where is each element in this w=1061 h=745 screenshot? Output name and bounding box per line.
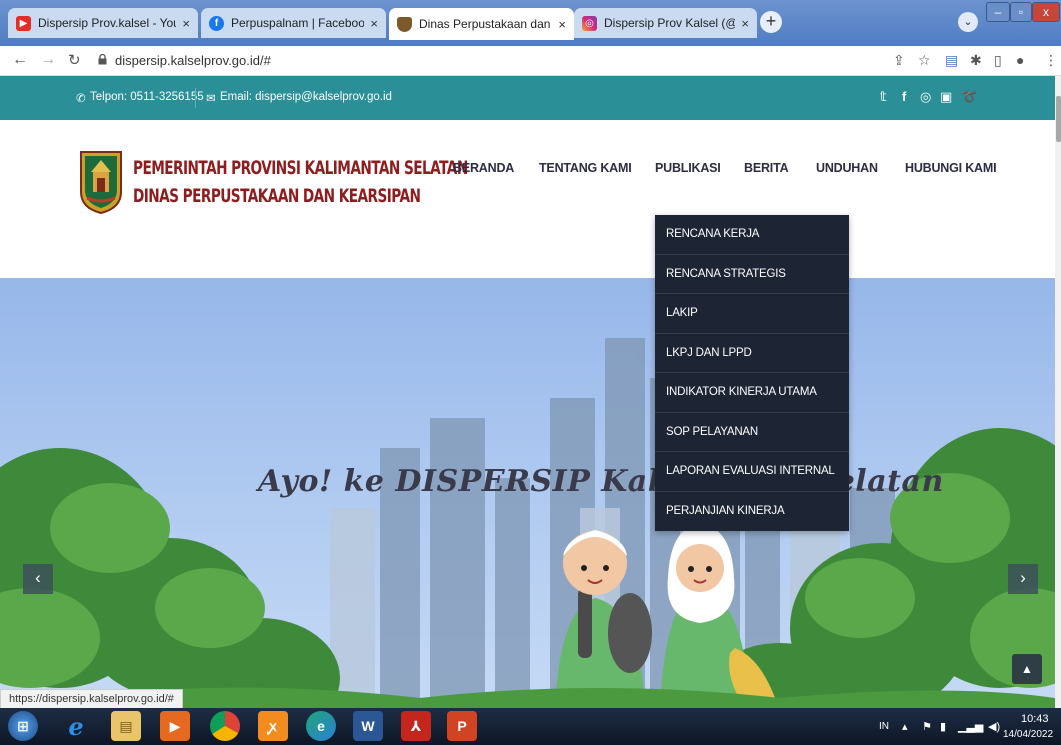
- phone-text[interactable]: Telpon: 0511-3256155: [90, 91, 204, 103]
- forward-icon[interactable]: →: [40, 51, 56, 69]
- close-window-icon[interactable]: x: [1032, 2, 1060, 22]
- chrome-icon[interactable]: [210, 711, 240, 741]
- org-name-line1: PEMERINTAH PROVINSI KALIMANTAN SELATAN: [133, 157, 468, 179]
- tab-title: Perpuspalnam | Facebook: [231, 16, 365, 30]
- new-tab-button[interactable]: +: [760, 11, 782, 33]
- clock-date[interactable]: 14/04/2022: [1003, 729, 1053, 740]
- network-signal-icon[interactable]: ▁▃▅: [958, 720, 983, 733]
- start-button-icon[interactable]: ⊞: [8, 711, 38, 741]
- nav-unduhan[interactable]: UNDUHAN: [816, 161, 878, 175]
- dropdown-item-laporan-evaluasi-internal[interactable]: LAPORAN EVALUASI INTERNAL: [655, 452, 849, 492]
- volume-icon[interactable]: ◀): [988, 720, 1000, 733]
- phone-icon: ✆: [76, 93, 86, 105]
- dropdown-item-lkpj-dan-lppd[interactable]: LKPJ DAN LPPD: [655, 334, 849, 373]
- org-name-line2: DINAS PERPUSTAKAAN DAN KEARSIPAN: [133, 185, 421, 207]
- lock-icon[interactable]: [98, 54, 107, 65]
- battery-icon[interactable]: ▮: [940, 720, 946, 733]
- email-text[interactable]: Email: dispersip@kalselprov.go.id: [220, 91, 392, 103]
- bookmark-star-icon[interactable]: ☆: [918, 52, 931, 69]
- site-top-bar: ✆ Telpon: 0511-3256155 ✉ Email: dispersi…: [0, 76, 1055, 120]
- topbar-divider: [195, 88, 196, 108]
- nav-berita[interactable]: BERITA: [744, 161, 789, 175]
- browser-tab-facebook[interactable]: f Perpuspalnam | Facebook ×: [201, 8, 386, 38]
- action-center-flag-icon[interactable]: ⚑: [922, 720, 932, 733]
- email-icon: ✉: [206, 93, 216, 105]
- extension-doc-icon[interactable]: ▤: [945, 52, 958, 69]
- close-tab-icon[interactable]: ×: [558, 17, 566, 32]
- scrollbar-thumb[interactable]: [1056, 96, 1061, 142]
- dropdown-item-sop-pelayanan[interactable]: SOP PELAYANAN: [655, 413, 849, 452]
- site-emblem-icon: [397, 16, 412, 32]
- file-explorer-icon[interactable]: ▤: [111, 711, 141, 741]
- more-menu-icon[interactable]: ⋮: [1044, 52, 1058, 69]
- slider-prev-button[interactable]: ‹: [23, 564, 53, 594]
- youtube-icon[interactable]: ▣: [940, 89, 952, 105]
- back-icon[interactable]: ←: [12, 51, 28, 69]
- dropdown-item-rencana-kerja[interactable]: RENCANA KERJA: [655, 215, 849, 255]
- twitter-icon[interactable]: 𝕥: [880, 89, 887, 105]
- extensions-puzzle-icon[interactable]: ✱: [970, 52, 982, 69]
- powerpoint-icon[interactable]: P: [447, 711, 477, 741]
- nav-tentang-kami[interactable]: TENTANG KAMI: [539, 161, 632, 175]
- site-header: PEMERINTAH PROVINSI KALIMANTAN SELATAN D…: [0, 120, 1055, 278]
- facebook-icon[interactable]: f: [902, 89, 906, 104]
- slider-next-button[interactable]: ›: [1008, 564, 1038, 594]
- xampp-icon[interactable]: ꭙ: [258, 711, 288, 741]
- clock-time[interactable]: 10:43: [1021, 713, 1049, 725]
- status-bar-url: https://dispersip.kalselprov.go.id/#: [0, 689, 183, 708]
- url-field[interactable]: dispersip.kalselprov.go.id/#: [115, 53, 271, 68]
- page-scrollbar[interactable]: [1055, 76, 1061, 708]
- nav-beranda[interactable]: BERANDA: [453, 161, 514, 175]
- nav-hubungi-kami[interactable]: HUBUNGI KAMI: [905, 161, 997, 175]
- share-icon[interactable]: ⇪: [893, 52, 905, 69]
- instagram-icon[interactable]: ◎: [920, 89, 931, 105]
- kalsel-emblem-logo[interactable]: [79, 150, 123, 214]
- tab-search-icon[interactable]: ⌄: [958, 12, 978, 32]
- windows-taskbar: ⊞ e ▤ ▶ ꭙ e W ⅄ P IN ▴ ⚑ ▮ ▁▃▅ ◀) 10:43 …: [0, 708, 1061, 745]
- acrobat-icon[interactable]: ⅄: [401, 711, 431, 741]
- hero-slider: Ayo! ke DISPERSIP Kalimantan Selatan ‹ ›…: [0, 278, 1055, 708]
- back-to-top-button[interactable]: ▲: [1012, 654, 1042, 684]
- close-tab-icon[interactable]: ×: [370, 16, 378, 31]
- dropdown-item-lakip[interactable]: LAKIP: [655, 294, 849, 334]
- close-tab-icon[interactable]: ×: [741, 16, 749, 31]
- browser-tab-youtube[interactable]: ▶ Dispersip Prov.kalsel - YouTube ×: [8, 8, 198, 38]
- browser-tab-instagram[interactable]: ◎ Dispersip Prov Kalsel (@perpusp ×: [574, 8, 757, 38]
- edge-icon[interactable]: e: [306, 711, 336, 741]
- side-panel-icon[interactable]: ▯: [994, 52, 1002, 69]
- browser-tab-dispersip[interactable]: Dinas Perpustakaan dan Kearsipa ×: [389, 8, 574, 40]
- browser-tab-strip: ▶ Dispersip Prov.kalsel - YouTube × f Pe…: [0, 0, 1061, 46]
- language-indicator[interactable]: IN: [879, 721, 889, 732]
- browser-toolbar: ← → ↻ dispersip.kalselprov.go.id/# ⇪ ☆ ▤…: [0, 46, 1061, 76]
- nav-publikasi[interactable]: PUBLIKASI: [655, 161, 721, 175]
- media-player-icon[interactable]: ▶: [160, 711, 190, 741]
- dropdown-item-indikator-kinerja-utama[interactable]: INDIKATOR KINERJA UTAMA: [655, 373, 849, 413]
- minimize-icon[interactable]: –: [986, 2, 1010, 22]
- maximize-icon[interactable]: ▫: [1010, 2, 1032, 22]
- tab-title: Dispersip Prov Kalsel (@perpusp: [604, 16, 735, 30]
- profile-avatar-icon[interactable]: ●: [1016, 52, 1024, 68]
- tab-title: Dinas Perpustakaan dan Kearsipa: [419, 17, 552, 31]
- tray-expand-icon[interactable]: ▴: [902, 720, 908, 733]
- instagram-icon: ◎: [582, 15, 597, 31]
- dropdown-item-rencana-strategis[interactable]: RENCANA STRATEGIS: [655, 255, 849, 294]
- dropdown-item-perjanjian-kinerja[interactable]: PERJANJIAN KINERJA: [655, 492, 849, 532]
- word-icon[interactable]: W: [353, 711, 383, 741]
- tab-title: Dispersip Prov.kalsel - YouTube: [38, 16, 176, 30]
- facebook-icon: f: [209, 15, 224, 31]
- rss-icon[interactable]: ➰: [961, 89, 977, 105]
- youtube-icon: ▶: [16, 15, 31, 31]
- internet-explorer-icon[interactable]: e: [61, 711, 91, 741]
- close-tab-icon[interactable]: ×: [182, 16, 190, 31]
- reload-icon[interactable]: ↻: [68, 51, 81, 69]
- publikasi-dropdown-menu: RENCANA KERJA RENCANA STRATEGIS LAKIP LK…: [655, 215, 849, 531]
